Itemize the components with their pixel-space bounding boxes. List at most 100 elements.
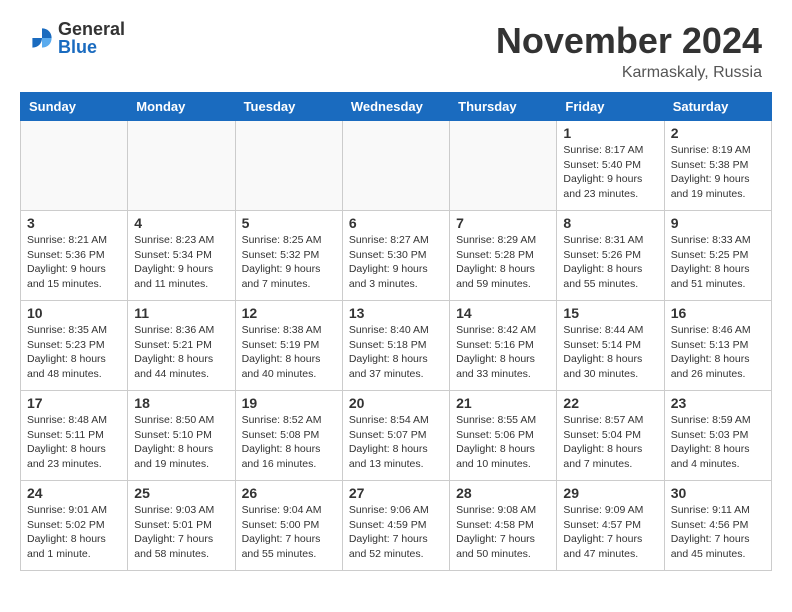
day-info: Sunrise: 8:21 AM Sunset: 5:36 PM Dayligh… <box>27 233 121 292</box>
logo-general-text: General <box>58 20 125 38</box>
weekday-header-row: SundayMondayTuesdayWednesdayThursdayFrid… <box>21 93 772 121</box>
day-info: Sunrise: 8:29 AM Sunset: 5:28 PM Dayligh… <box>456 233 550 292</box>
weekday-header-thursday: Thursday <box>450 93 557 121</box>
day-number: 5 <box>242 215 336 231</box>
calendar-cell: 1 Sunrise: 8:17 AM Sunset: 5:40 PM Daylig… <box>557 121 664 211</box>
week-row-4: 17 Sunrise: 8:48 AM Sunset: 5:11 PM Dayli… <box>21 391 772 481</box>
day-number: 13 <box>349 305 443 321</box>
weekday-header-monday: Monday <box>128 93 235 121</box>
day-info: Sunrise: 9:06 AM Sunset: 4:59 PM Dayligh… <box>349 503 443 562</box>
day-number: 1 <box>563 125 657 141</box>
day-number: 12 <box>242 305 336 321</box>
day-number: 8 <box>563 215 657 231</box>
title-block: November 2024 Karmaskaly, Russia <box>496 20 762 82</box>
page-header: General Blue November 2024 Karmaskaly, R… <box>0 0 792 92</box>
day-info: Sunrise: 8:23 AM Sunset: 5:34 PM Dayligh… <box>134 233 228 292</box>
day-number: 4 <box>134 215 228 231</box>
logo-blue-text: Blue <box>58 38 125 56</box>
calendar-cell <box>342 121 449 211</box>
day-info: Sunrise: 8:57 AM Sunset: 5:04 PM Dayligh… <box>563 413 657 472</box>
calendar-cell: 26Sunrise: 9:04 AM Sunset: 5:00 PM Dayli… <box>235 481 342 571</box>
calendar-cell: 9 Sunrise: 8:33 AM Sunset: 5:25 PM Daylig… <box>664 211 771 301</box>
day-info: Sunrise: 8:31 AM Sunset: 5:26 PM Dayligh… <box>563 233 657 292</box>
calendar-cell: 8 Sunrise: 8:31 AM Sunset: 5:26 PM Daylig… <box>557 211 664 301</box>
calendar-cell: 25 Sunrise: 9:03 AM Sunset: 5:01 PM Dayli… <box>128 481 235 571</box>
logo: General Blue <box>30 20 125 56</box>
day-number: 19 <box>242 395 336 411</box>
day-number: 21 <box>456 395 550 411</box>
calendar-cell: 17 Sunrise: 8:48 AM Sunset: 5:11 PM Dayli… <box>21 391 128 481</box>
calendar-cell: 18Sunrise: 8:50 AM Sunset: 5:10 PM Dayli… <box>128 391 235 481</box>
day-number: 15 <box>563 305 657 321</box>
day-info: Sunrise: 8:54 AM Sunset: 5:07 PM Dayligh… <box>349 413 443 472</box>
weekday-header-wednesday: Wednesday <box>342 93 449 121</box>
calendar-cell: 20Sunrise: 8:54 AM Sunset: 5:07 PM Dayli… <box>342 391 449 481</box>
weekday-header-saturday: Saturday <box>664 93 771 121</box>
calendar-cell: 19 Sunrise: 8:52 AM Sunset: 5:08 PM Dayli… <box>235 391 342 481</box>
week-row-5: 24 Sunrise: 9:01 AM Sunset: 5:02 PM Dayli… <box>21 481 772 571</box>
day-info: Sunrise: 9:08 AM Sunset: 4:58 PM Dayligh… <box>456 503 550 562</box>
calendar-cell <box>450 121 557 211</box>
day-info: Sunrise: 9:03 AM Sunset: 5:01 PM Dayligh… <box>134 503 228 562</box>
month-title: November 2024 <box>496 20 762 62</box>
week-row-3: 10 Sunrise: 8:35 AM Sunset: 5:23 PM Dayli… <box>21 301 772 391</box>
day-number: 22 <box>563 395 657 411</box>
weekday-header-tuesday: Tuesday <box>235 93 342 121</box>
calendar-cell: 16 Sunrise: 8:46 AM Sunset: 5:13 PM Dayli… <box>664 301 771 391</box>
day-info: Sunrise: 8:33 AM Sunset: 5:25 PM Dayligh… <box>671 233 765 292</box>
day-number: 23 <box>671 395 765 411</box>
day-number: 26 <box>242 485 336 501</box>
day-info: Sunrise: 8:36 AM Sunset: 5:21 PM Dayligh… <box>134 323 228 382</box>
weekday-header-sunday: Sunday <box>21 93 128 121</box>
day-number: 6 <box>349 215 443 231</box>
day-number: 29 <box>563 485 657 501</box>
week-row-1: 1 Sunrise: 8:17 AM Sunset: 5:40 PM Daylig… <box>21 121 772 211</box>
day-number: 17 <box>27 395 121 411</box>
day-info: Sunrise: 8:46 AM Sunset: 5:13 PM Dayligh… <box>671 323 765 382</box>
day-number: 25 <box>134 485 228 501</box>
calendar-cell: 23 Sunrise: 8:59 AM Sunset: 5:03 PM Dayli… <box>664 391 771 481</box>
calendar-cell: 12Sunrise: 8:38 AM Sunset: 5:19 PM Dayli… <box>235 301 342 391</box>
calendar-cell: 13 Sunrise: 8:40 AM Sunset: 5:18 PM Dayli… <box>342 301 449 391</box>
day-number: 2 <box>671 125 765 141</box>
day-info: Sunrise: 9:11 AM Sunset: 4:56 PM Dayligh… <box>671 503 765 562</box>
calendar-cell <box>128 121 235 211</box>
day-info: Sunrise: 8:17 AM Sunset: 5:40 PM Dayligh… <box>563 143 657 202</box>
day-number: 3 <box>27 215 121 231</box>
day-number: 9 <box>671 215 765 231</box>
day-number: 11 <box>134 305 228 321</box>
calendar-cell: 22 Sunrise: 8:57 AM Sunset: 5:04 PM Dayli… <box>557 391 664 481</box>
day-info: Sunrise: 9:01 AM Sunset: 5:02 PM Dayligh… <box>27 503 121 562</box>
week-row-2: 3 Sunrise: 8:21 AM Sunset: 5:36 PM Daylig… <box>21 211 772 301</box>
calendar-cell: 11 Sunrise: 8:36 AM Sunset: 5:21 PM Dayli… <box>128 301 235 391</box>
calendar-table: SundayMondayTuesdayWednesdayThursdayFrid… <box>20 92 772 571</box>
calendar-cell: 24 Sunrise: 9:01 AM Sunset: 5:02 PM Dayli… <box>21 481 128 571</box>
day-info: Sunrise: 8:19 AM Sunset: 5:38 PM Dayligh… <box>671 143 765 202</box>
location: Karmaskaly, Russia <box>496 64 762 82</box>
day-info: Sunrise: 8:44 AM Sunset: 5:14 PM Dayligh… <box>563 323 657 382</box>
day-info: Sunrise: 8:40 AM Sunset: 5:18 PM Dayligh… <box>349 323 443 382</box>
day-info: Sunrise: 8:42 AM Sunset: 5:16 PM Dayligh… <box>456 323 550 382</box>
day-number: 7 <box>456 215 550 231</box>
calendar-wrapper: SundayMondayTuesdayWednesdayThursdayFrid… <box>0 92 792 581</box>
day-number: 24 <box>27 485 121 501</box>
day-number: 14 <box>456 305 550 321</box>
day-info: Sunrise: 8:35 AM Sunset: 5:23 PM Dayligh… <box>27 323 121 382</box>
day-number: 30 <box>671 485 765 501</box>
day-number: 10 <box>27 305 121 321</box>
day-info: Sunrise: 8:59 AM Sunset: 5:03 PM Dayligh… <box>671 413 765 472</box>
calendar-cell: 30 Sunrise: 9:11 AM Sunset: 4:56 PM Dayli… <box>664 481 771 571</box>
calendar-cell: 29Sunrise: 9:09 AM Sunset: 4:57 PM Dayli… <box>557 481 664 571</box>
day-info: Sunrise: 8:52 AM Sunset: 5:08 PM Dayligh… <box>242 413 336 472</box>
calendar-cell: 2 Sunrise: 8:19 AM Sunset: 5:38 PM Daylig… <box>664 121 771 211</box>
calendar-cell: 15 Sunrise: 8:44 AM Sunset: 5:14 PM Dayli… <box>557 301 664 391</box>
day-number: 27 <box>349 485 443 501</box>
day-number: 16 <box>671 305 765 321</box>
calendar-cell: 3 Sunrise: 8:21 AM Sunset: 5:36 PM Daylig… <box>21 211 128 301</box>
calendar-cell: 5Sunrise: 8:25 AM Sunset: 5:32 PM Daylig… <box>235 211 342 301</box>
calendar-cell: 10 Sunrise: 8:35 AM Sunset: 5:23 PM Dayli… <box>21 301 128 391</box>
day-info: Sunrise: 8:48 AM Sunset: 5:11 PM Dayligh… <box>27 413 121 472</box>
calendar-cell: 6Sunrise: 8:27 AM Sunset: 5:30 PM Daylig… <box>342 211 449 301</box>
day-info: Sunrise: 8:50 AM Sunset: 5:10 PM Dayligh… <box>134 413 228 472</box>
weekday-header-friday: Friday <box>557 93 664 121</box>
